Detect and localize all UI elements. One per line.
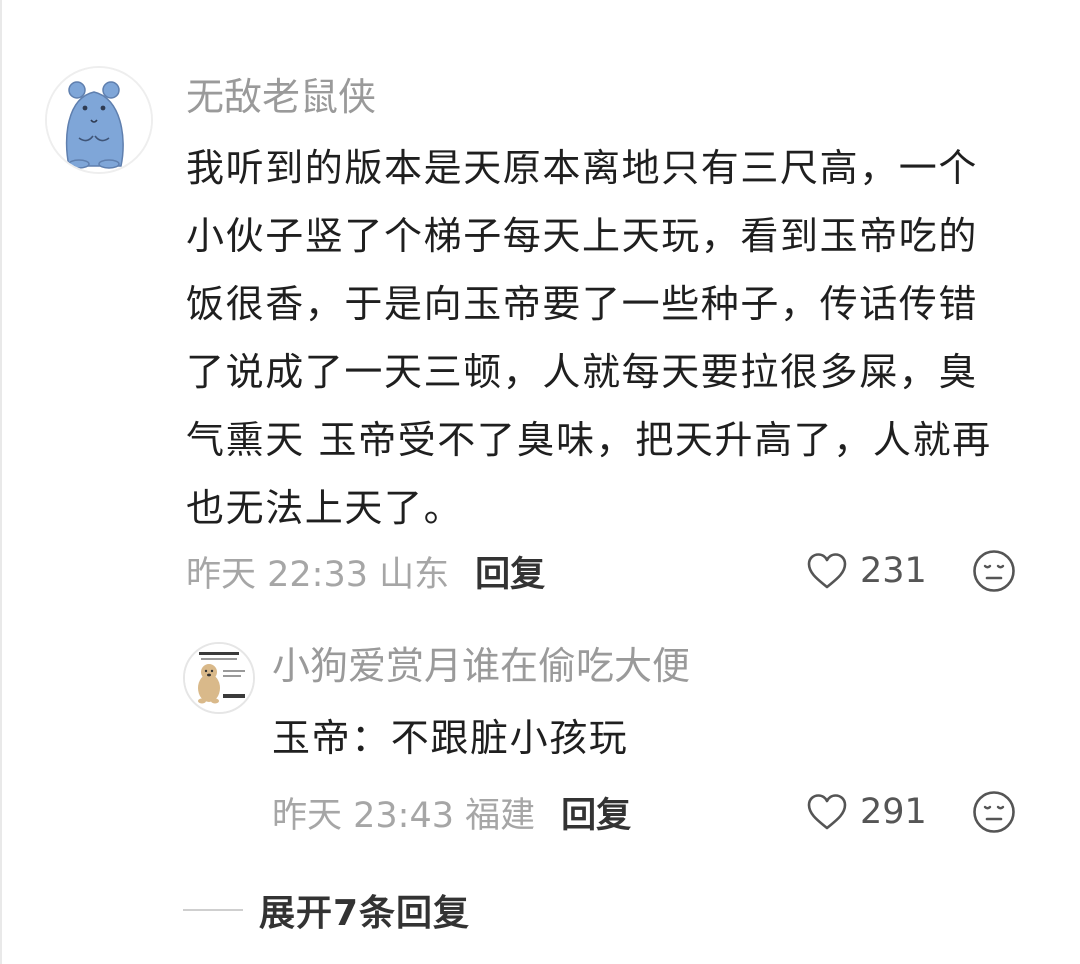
reply-like-button[interactable]: 291 xyxy=(806,784,927,840)
heart-icon xyxy=(807,553,847,589)
comment-text: 我听到的版本是天原本离地只有三尺高，一个 小伙子竖了个梯子每天上天玩，看到玉帝吃… xyxy=(186,146,992,530)
expand-divider xyxy=(183,909,243,911)
user-avatar[interactable] xyxy=(45,66,153,174)
reply-like-count: 291 xyxy=(860,792,927,832)
reply-time-location: 昨天 23:43 福建 xyxy=(272,795,536,836)
heart-icon xyxy=(807,794,847,830)
expand-replies-label: 展开7条回复 xyxy=(259,893,471,934)
reply-meta: 昨天 23:43 福建 回复 xyxy=(272,784,631,840)
comment-time-location: 昨天 22:33 山东 xyxy=(186,554,450,595)
mouse-avatar-icon xyxy=(47,68,151,172)
reply-reply-button[interactable]: 回复 xyxy=(561,787,631,838)
like-count: 231 xyxy=(860,551,927,591)
reply-username[interactable]: 小狗爱赏月谁在偷吃大便 xyxy=(272,640,690,692)
reply-button[interactable]: 回复 xyxy=(475,546,545,597)
dislike-face-icon[interactable] xyxy=(972,549,1016,593)
like-button[interactable]: 231 xyxy=(806,543,927,599)
reply-text: 玉帝：不跟脏小孩玩 xyxy=(272,716,629,760)
screen-edge xyxy=(0,0,2,964)
comment-meta: 昨天 22:33 山东 回复 xyxy=(186,543,545,599)
dog-meme-avatar-icon xyxy=(185,644,253,712)
reply-dislike-face-icon[interactable] xyxy=(972,790,1016,834)
expand-replies-button[interactable]: 展开7条回复 xyxy=(183,883,470,937)
comment-username[interactable]: 无敌老鼠侠 xyxy=(186,72,376,122)
reply-user-avatar[interactable] xyxy=(183,642,255,714)
